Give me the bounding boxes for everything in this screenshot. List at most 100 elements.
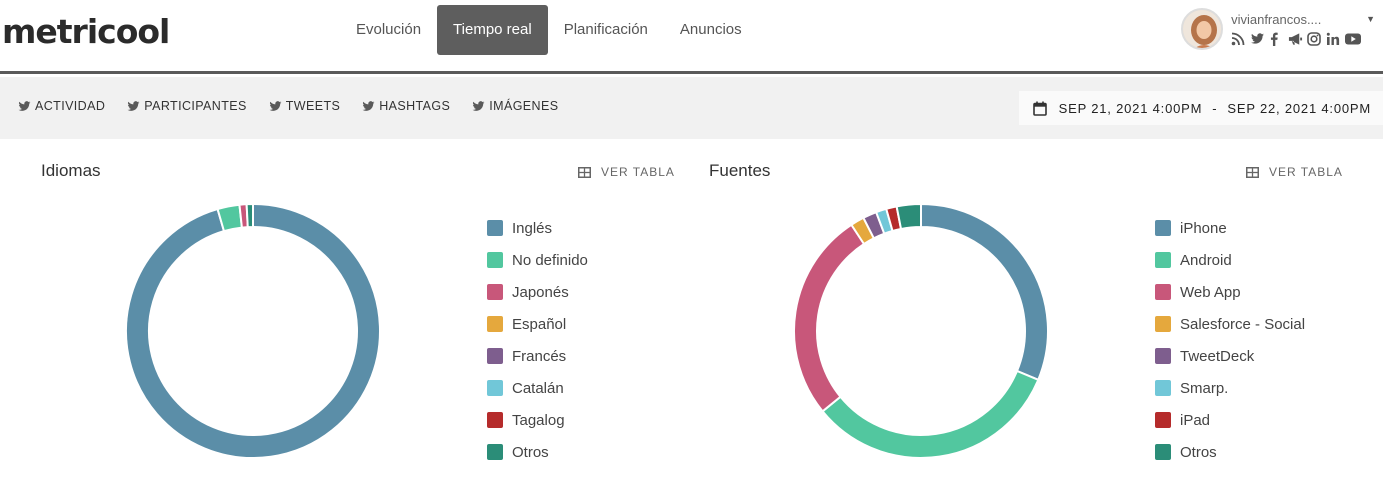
nav-planificacion[interactable]: Planificación bbox=[548, 5, 664, 55]
main-nav: Evolución Tiempo real Planificación Anun… bbox=[340, 5, 758, 55]
legend-item-espanol[interactable]: Español bbox=[487, 308, 588, 340]
twitter-icon[interactable] bbox=[1250, 32, 1265, 46]
legend-label: Catalán bbox=[512, 379, 564, 397]
legend-label: Salesforce - Social bbox=[1180, 315, 1306, 333]
legend-label: Android bbox=[1180, 251, 1232, 269]
tab-label: HASHTAGS bbox=[379, 99, 451, 113]
tab-actividad[interactable]: ACTIVIDAD bbox=[18, 99, 105, 113]
idiomas-ver-tabla-button[interactable]: VER TABLA bbox=[578, 165, 675, 179]
donut-slice-web-app[interactable] bbox=[793, 223, 866, 413]
metricool-logo[interactable]: metricool bbox=[2, 12, 170, 51]
legend-item-smarp[interactable]: Smarp. bbox=[1155, 372, 1305, 404]
legend-swatch bbox=[1155, 380, 1171, 396]
fuentes-ver-tabla-button[interactable]: VER TABLA bbox=[1246, 165, 1343, 179]
sub-header: ACTIVIDAD PARTICIPANTES TWEETS HASHTAGS … bbox=[0, 77, 1383, 139]
legend-label: Tagalog bbox=[512, 411, 565, 429]
content-area: Idiomas VER TABLA Inglés No definido Jap… bbox=[8, 139, 1383, 485]
date-separator: - bbox=[1212, 100, 1218, 116]
youtube-icon[interactable] bbox=[1345, 32, 1362, 46]
legend-item-frances[interactable]: Francés bbox=[487, 340, 588, 372]
idiomas-donut-chart bbox=[125, 202, 381, 459]
legend-item-no-definido[interactable]: No definido bbox=[487, 244, 588, 276]
legend-item-iphone[interactable]: iPhone bbox=[1155, 212, 1305, 244]
legend-label: Japonés bbox=[512, 283, 569, 301]
legend-label: Smarp. bbox=[1180, 379, 1229, 397]
nav-tiempo-real[interactable]: Tiempo real bbox=[437, 5, 548, 55]
tab-label: PARTICIPANTES bbox=[144, 99, 247, 113]
twitter-tabs: ACTIVIDAD PARTICIPANTES TWEETS HASHTAGS … bbox=[18, 99, 558, 113]
user-menu[interactable]: vivianfrancos.... ▼ bbox=[1181, 8, 1375, 54]
date-range-picker[interactable]: SEP 21, 2021 4:00PM - SEP 22, 2021 4:00P… bbox=[1018, 91, 1383, 125]
legend-label: Francés bbox=[512, 347, 567, 365]
linkedin-icon[interactable] bbox=[1326, 32, 1341, 46]
twitter-icon bbox=[362, 100, 375, 111]
megaphone-icon[interactable] bbox=[1288, 32, 1303, 46]
donut-slice-android[interactable] bbox=[821, 369, 1040, 459]
fuentes-legend: iPhone Android Web App Salesforce - Soci… bbox=[1155, 212, 1305, 468]
top-header: metricool Evolución Tiempo real Planific… bbox=[0, 0, 1383, 74]
ver-tabla-label: VER TABLA bbox=[1269, 165, 1343, 179]
donut-slice-ingl-s[interactable] bbox=[125, 202, 381, 459]
legend-label: TweetDeck bbox=[1180, 347, 1255, 365]
legend-swatch bbox=[487, 380, 503, 396]
social-networks bbox=[1231, 32, 1362, 46]
legend-label: No definido bbox=[512, 251, 588, 269]
legend-swatch bbox=[487, 220, 503, 236]
rss-icon[interactable] bbox=[1231, 32, 1246, 46]
legend-item-otros[interactable]: Otros bbox=[487, 436, 588, 468]
idiomas-panel: Idiomas VER TABLA Inglés No definido Jap… bbox=[8, 139, 676, 485]
legend-item-catalan[interactable]: Catalán bbox=[487, 372, 588, 404]
legend-swatch bbox=[487, 412, 503, 428]
facebook-icon[interactable] bbox=[1269, 32, 1284, 46]
legend-label: Otros bbox=[1180, 443, 1217, 461]
legend-item-ipad[interactable]: iPad bbox=[1155, 404, 1305, 436]
legend-swatch bbox=[487, 444, 503, 460]
legend-item-otros[interactable]: Otros bbox=[1155, 436, 1305, 468]
legend-item-tagalog[interactable]: Tagalog bbox=[487, 404, 588, 436]
legend-swatch bbox=[1155, 348, 1171, 364]
tab-participantes[interactable]: PARTICIPANTES bbox=[127, 99, 246, 113]
legend-item-tweetdeck[interactable]: TweetDeck bbox=[1155, 340, 1305, 372]
user-name: vivianfrancos.... bbox=[1231, 12, 1322, 27]
table-icon bbox=[1246, 166, 1259, 178]
table-icon bbox=[578, 166, 591, 178]
legend-swatch bbox=[1155, 284, 1171, 300]
tab-tweets[interactable]: TWEETS bbox=[269, 99, 340, 113]
legend-item-android[interactable]: Android bbox=[1155, 244, 1305, 276]
instagram-icon[interactable] bbox=[1307, 32, 1322, 46]
legend-item-web-app[interactable]: Web App bbox=[1155, 276, 1305, 308]
nav-anuncios[interactable]: Anuncios bbox=[664, 5, 758, 55]
twitter-icon bbox=[18, 100, 31, 111]
date-to: SEP 22, 2021 4:00PM bbox=[1227, 100, 1371, 116]
legend-swatch bbox=[487, 284, 503, 300]
fuentes-panel: Fuentes VER TABLA iPhone Android Web App… bbox=[676, 139, 1344, 485]
legend-label: Otros bbox=[512, 443, 549, 461]
avatar[interactable] bbox=[1181, 8, 1224, 50]
tab-imagenes[interactable]: IMÁGENES bbox=[472, 99, 558, 113]
legend-item-ingles[interactable]: Inglés bbox=[487, 212, 588, 244]
tab-label: IMÁGENES bbox=[489, 99, 559, 113]
legend-swatch bbox=[1155, 444, 1171, 460]
ver-tabla-label: VER TABLA bbox=[601, 165, 675, 179]
legend-item-salesforce-social[interactable]: Salesforce - Social bbox=[1155, 308, 1305, 340]
legend-swatch bbox=[487, 316, 503, 332]
chevron-down-icon[interactable]: ▼ bbox=[1366, 14, 1375, 24]
donut-slice-otros[interactable] bbox=[245, 202, 254, 229]
fuentes-donut-chart bbox=[793, 202, 1049, 459]
legend-label: iPad bbox=[1180, 411, 1211, 429]
legend-label: Inglés bbox=[512, 219, 553, 237]
legend-swatch bbox=[1155, 220, 1171, 236]
legend-item-japones[interactable]: Japonés bbox=[487, 276, 588, 308]
twitter-icon bbox=[127, 100, 140, 111]
tab-label: ACTIVIDAD bbox=[35, 99, 106, 113]
legend-swatch bbox=[1155, 412, 1171, 428]
twitter-icon bbox=[472, 100, 485, 111]
tab-hashtags[interactable]: HASHTAGS bbox=[362, 99, 450, 113]
legend-swatch bbox=[487, 348, 503, 364]
idiomas-title: Idiomas bbox=[41, 161, 101, 180]
legend-label: Web App bbox=[1180, 283, 1241, 301]
donut-slice-otros[interactable] bbox=[895, 202, 922, 231]
nav-evolucion[interactable]: Evolución bbox=[340, 5, 437, 55]
donut-slice-iphone[interactable] bbox=[920, 202, 1049, 382]
legend-swatch bbox=[1155, 252, 1171, 268]
